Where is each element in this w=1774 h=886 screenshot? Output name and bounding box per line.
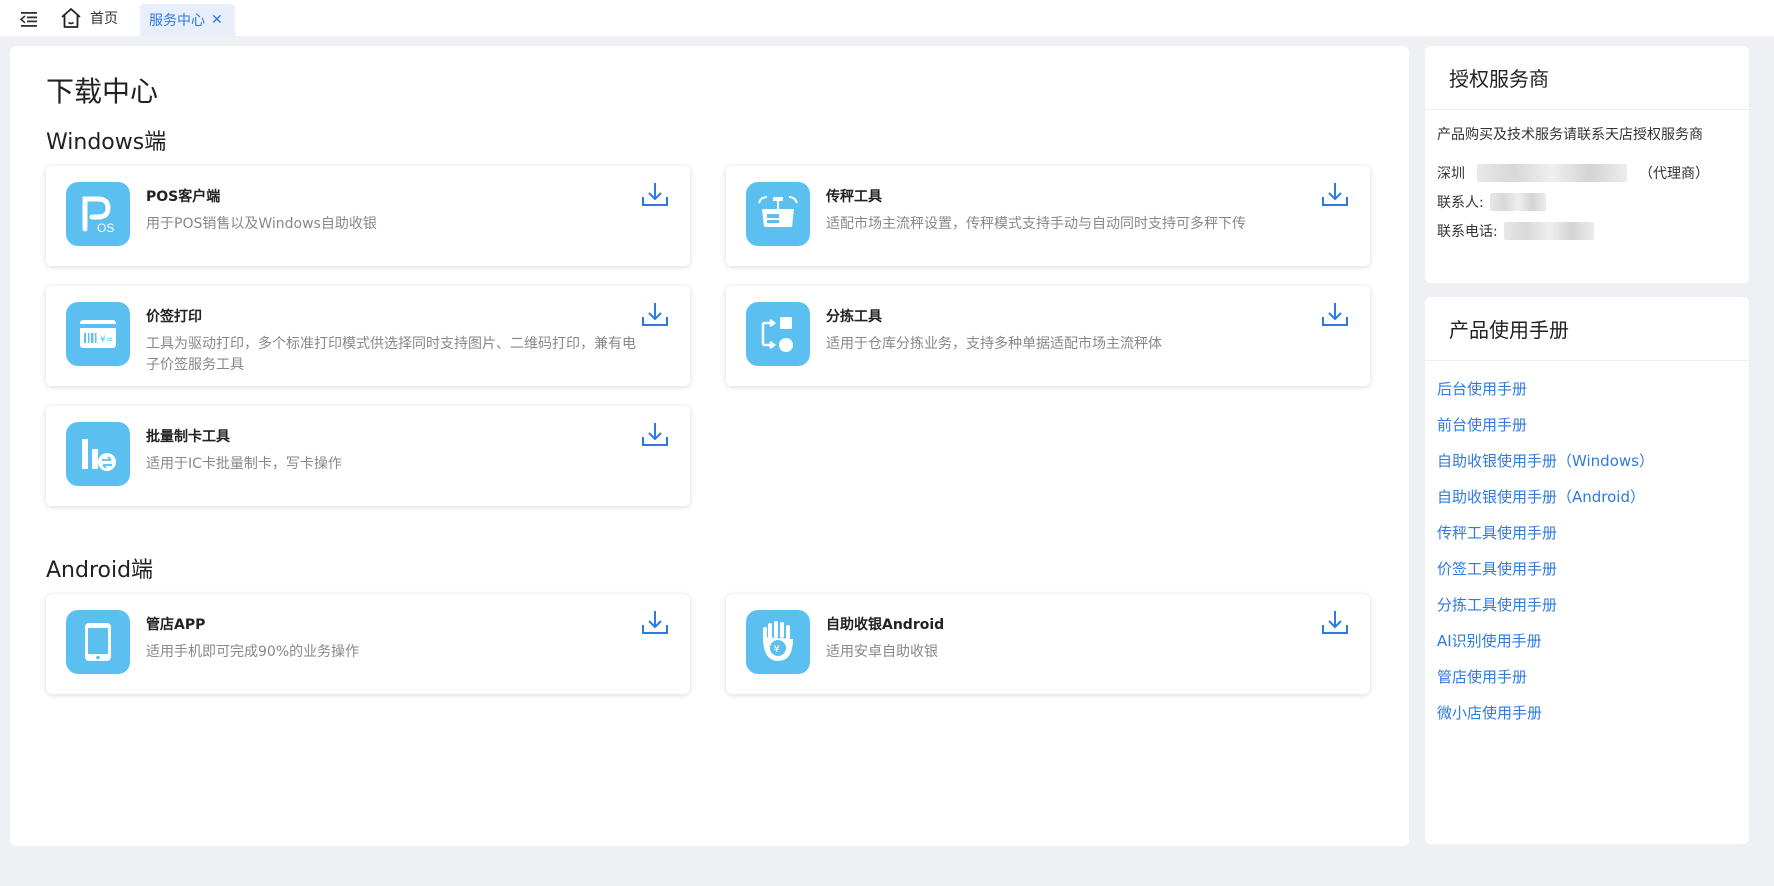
agent-phone-row: 联系电话: (1437, 220, 1737, 242)
app-card-batch-card-tool[interactable]: 批量制卡工具 适用于IC卡批量制卡，写卡操作 (46, 406, 690, 506)
tablet-icon (66, 610, 130, 674)
manual-link-price-tag-tool[interactable]: 价签工具使用手册 (1437, 551, 1737, 587)
app-name: 管店APP (146, 617, 206, 633)
download-center-panel: 下载中心 Windows端 OS POS客户端 用于POS销售以及Windows… (10, 46, 1409, 846)
app-name: 自助收银Android (826, 617, 945, 633)
svg-text:¥=: ¥= (100, 335, 113, 345)
agent-phone-label: 联系电话: (1437, 224, 1498, 240)
app-name: 批量制卡工具 (146, 429, 230, 445)
android-section-title: Android端 (46, 558, 154, 583)
agent-city-label: 深圳 (1437, 166, 1465, 182)
pos-logo-icon: OS (66, 182, 130, 246)
download-icon[interactable] (640, 420, 670, 450)
app-description: 工具为驱动打印，多个标准打印模式供选择同时支持图片、二维码打印，兼有电子价签服务… (146, 336, 636, 373)
app-card-scale-tool[interactable]: 传秤工具 适配市场主流秤设置，传秤模式支持手动与自动同时支持可多秤下传 (726, 166, 1370, 266)
app-name: 传秤工具 (826, 189, 882, 205)
app-description: 适用于仓库分拣业务，支持多种单据适配市场主流秤体 (826, 336, 1162, 352)
svg-text:¥: ¥ (774, 644, 780, 655)
windows-section-title: Windows端 (46, 130, 167, 155)
download-icon[interactable] (1320, 180, 1350, 210)
scale-icon (746, 182, 810, 246)
app-description: 适用安卓自助收银 (826, 644, 938, 660)
app-name: 分拣工具 (826, 309, 882, 325)
product-manuals-panel: 产品使用手册 后台使用手册 前台使用手册 自助收银使用手册（Windows） 自… (1425, 297, 1749, 844)
tab-service-center-label: 服务中心 (149, 13, 205, 29)
manual-link-micro-store[interactable]: 微小店使用手册 (1437, 695, 1737, 731)
app-card-store-app[interactable]: 管店APP 适用手机即可完成90%的业务操作 (46, 594, 690, 694)
manual-link-ai-recognition[interactable]: AI识别使用手册 (1437, 623, 1737, 659)
tab-home-label: 首页 (90, 11, 118, 27)
app-description: 适配市场主流秤设置，传秤模式支持手动与自动同时支持可多秤下传 (826, 216, 1246, 232)
app-card-self-checkout-android[interactable]: ¥ 自助收银Android 适用安卓自助收银 (726, 594, 1370, 694)
menu-collapse-icon[interactable] (18, 8, 40, 30)
download-icon[interactable] (640, 608, 670, 638)
download-icon[interactable] (640, 300, 670, 330)
close-icon[interactable]: ✕ (211, 13, 223, 27)
redacted-phone-number (1503, 222, 1594, 240)
agent-city-suffix: （代理商） (1639, 166, 1709, 182)
authorized-agent-panel: 授权服务商 产品购买及技术服务请联系天店授权服务商 深圳 （代理商） 联系人: … (1425, 46, 1749, 283)
price-tag-icon: ¥= (66, 302, 130, 366)
manual-links-list: 后台使用手册 前台使用手册 自助收银使用手册（Windows） 自助收银使用手册… (1425, 361, 1749, 731)
svg-text:OS: OS (97, 221, 114, 235)
download-icon[interactable] (1320, 608, 1350, 638)
download-icon[interactable] (640, 180, 670, 210)
agent-panel-title: 授权服务商 (1425, 46, 1749, 110)
manuals-panel-title: 产品使用手册 (1425, 297, 1749, 361)
self-checkout-icon: ¥ (746, 610, 810, 674)
app-card-price-tag-print[interactable]: ¥= 价签打印 工具为驱动打印，多个标准打印模式供选择同时支持图片、二维码打印，… (46, 286, 690, 386)
tab-home[interactable]: 首页 (58, 4, 118, 32)
manual-link-scale-tool[interactable]: 传秤工具使用手册 (1437, 515, 1737, 551)
agent-contact-label: 联系人: (1437, 195, 1484, 211)
manual-link-store-management[interactable]: 管店使用手册 (1437, 659, 1737, 695)
app-description: 适用手机即可完成90%的业务操作 (146, 644, 360, 660)
download-icon[interactable] (1320, 300, 1350, 330)
card-batch-icon (66, 422, 130, 486)
sorting-icon (746, 302, 810, 366)
page-title: 下载中心 (46, 75, 159, 108)
agent-contact-row: 联系人: (1437, 191, 1737, 213)
app-description: 用于POS销售以及Windows自助收银 (146, 216, 377, 232)
redacted-contact-name (1489, 193, 1546, 211)
app-card-pos-client[interactable]: OS POS客户端 用于POS销售以及Windows自助收银 (46, 166, 690, 266)
manual-link-frontend[interactable]: 前台使用手册 (1437, 407, 1737, 443)
home-icon (61, 8, 81, 28)
manual-link-self-checkout-windows[interactable]: 自助收银使用手册（Windows） (1437, 443, 1737, 479)
agent-intro-text: 产品购买及技术服务请联系天店授权服务商 (1437, 127, 1703, 143)
app-name: 价签打印 (146, 309, 202, 325)
redacted-agent-name (1477, 164, 1627, 182)
app-card-sorting-tool[interactable]: 分拣工具 适用于仓库分拣业务，支持多种单据适配市场主流秤体 (726, 286, 1370, 386)
manual-link-sorting-tool[interactable]: 分拣工具使用手册 (1437, 587, 1737, 623)
tab-service-center[interactable]: 服务中心 ✕ (140, 4, 235, 36)
tab-bar: 首页 服务中心 ✕ (0, 0, 1774, 36)
agent-city-row: 深圳 （代理商） (1437, 162, 1737, 184)
manual-link-self-checkout-android[interactable]: 自助收银使用手册（Android） (1437, 479, 1737, 515)
manual-link-backend[interactable]: 后台使用手册 (1437, 371, 1737, 407)
app-name: POS客户端 (146, 189, 221, 205)
app-description: 适用于IC卡批量制卡，写卡操作 (146, 456, 342, 472)
